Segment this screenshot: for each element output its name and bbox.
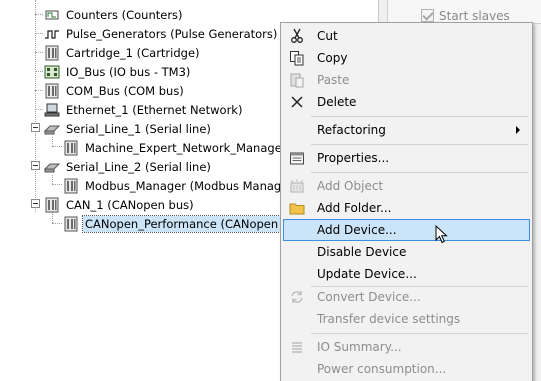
device-module-icon [64, 140, 78, 155]
menu-item-convert-device[interactable]: Convert Device... [283, 286, 530, 308]
menu-separator [311, 144, 528, 145]
tree-item-serial-line-2[interactable]: Serial_Line_2 (Serial line) [44, 157, 213, 176]
start-slaves-label: Start slaves [439, 9, 510, 23]
menu-item-paste[interactable]: Paste [283, 69, 530, 91]
tree-line [35, 52, 43, 53]
tree-line [52, 223, 62, 224]
menu-item-refactoring[interactable]: Refactoring [283, 119, 530, 141]
tree-item-label: Serial_Line_2 (Serial line) [66, 159, 211, 174]
tree-item-pulse-generators[interactable]: Pulse_Generators (Pulse Generators) [44, 24, 279, 43]
menu-item-power-consumption[interactable]: Power consumption... [283, 358, 530, 380]
properties-icon [290, 152, 304, 165]
device-module-icon [64, 178, 78, 193]
tree-line [52, 184, 62, 185]
submenu-arrow-icon [516, 126, 520, 134]
menu-separator [311, 172, 528, 173]
tree-item-ethernet[interactable]: Ethernet_1 (Ethernet Network) [44, 100, 244, 119]
menu-item-properties[interactable]: Properties... [283, 147, 530, 169]
menu-item-cut[interactable]: Cut [283, 25, 530, 47]
tree-line [35, 14, 43, 15]
tree-item-label: COM_Bus (COM bus) [66, 83, 184, 98]
tree-line [35, 109, 43, 110]
tree-line [52, 137, 53, 146]
menu-separator [311, 333, 528, 334]
convert-icon [291, 291, 303, 303]
collapse-toggle[interactable] [31, 123, 40, 132]
collapse-toggle[interactable] [31, 161, 40, 170]
io-bus-icon [44, 65, 60, 78]
tree-item-label: Ethernet_1 (Ethernet Network) [66, 102, 243, 117]
mouse-cursor-icon [435, 225, 448, 244]
menu-item-io-summary[interactable]: IO Summary... [283, 336, 530, 358]
tree-item-label: Pulse_Generators (Pulse Generators) [66, 26, 278, 41]
tree-item-label: IO_Bus (IO bus - TM3) [66, 64, 191, 79]
counter-icon [45, 10, 59, 19]
tree-item-serial-line-1[interactable]: Serial_Line_1 (Serial line) [44, 119, 213, 138]
tree-item-can-1[interactable]: CAN_1 (CANopen bus) [44, 195, 196, 214]
tree-item-counters[interactable]: Counters (Counters) [44, 5, 185, 24]
collapse-toggle[interactable] [31, 199, 40, 208]
device-module-icon [45, 45, 59, 60]
menu-item-disable-device[interactable]: Disable Device [283, 241, 530, 263]
paste-icon [290, 73, 304, 88]
scissors-icon [291, 28, 303, 43]
folder-icon [289, 203, 305, 215]
delete-icon [291, 96, 303, 108]
tree-line [35, 71, 43, 72]
tree-item-io-bus[interactable]: IO_Bus (IO bus - TM3) [44, 62, 192, 81]
tree-item-com-bus[interactable]: COM_Bus (COM bus) [44, 81, 186, 100]
device-module-icon [45, 83, 59, 98]
serial-line-icon [44, 125, 60, 134]
menu-item-copy[interactable]: Copy [283, 47, 530, 69]
menu-item-add-folder[interactable]: Add Folder... [283, 197, 530, 219]
tree-item-label: Modbus_Manager (Modbus Manager) [85, 178, 298, 193]
device-module-icon [64, 216, 78, 231]
menu-item-delete[interactable]: Delete [283, 91, 530, 113]
menu-separator [311, 116, 528, 117]
tree-item-label: CAN_1 (CANopen bus) [66, 197, 194, 212]
tree-line [35, 90, 43, 91]
tree-line [35, 33, 43, 34]
tree-line [52, 175, 53, 184]
tree-item-label: Serial_Line_1 (Serial line) [66, 121, 211, 136]
device-module-icon [45, 197, 59, 212]
add-object-icon [290, 179, 304, 193]
tree-item-cartridge[interactable]: Cartridge_1 (Cartridge) [44, 43, 202, 62]
menu-item-add-device[interactable]: Add Device... [283, 219, 530, 241]
tree-line [52, 146, 62, 147]
menu-item-update-device[interactable]: Update Device... [283, 263, 530, 285]
copy-icon [290, 51, 304, 66]
tree-item-label: Cartridge_1 (Cartridge) [66, 45, 200, 60]
tree-item-modbus-manager[interactable]: Modbus_Manager (Modbus Manager) [63, 176, 300, 195]
serial-line-icon [44, 163, 60, 172]
ethernet-icon [44, 103, 60, 116]
io-summary-icon [292, 342, 302, 353]
start-slaves-checkbox[interactable] [421, 9, 434, 22]
tree-item-label: Counters (Counters) [66, 7, 183, 22]
tree-line [35, 0, 36, 212]
menu-item-transfer-device-settings[interactable]: Transfer device settings [283, 308, 530, 330]
pulse-icon [45, 29, 59, 39]
menu-item-add-object[interactable]: Add Object [283, 175, 530, 197]
context-menu: Cut Copy Paste Delete Refactoring Proper… [280, 22, 533, 381]
